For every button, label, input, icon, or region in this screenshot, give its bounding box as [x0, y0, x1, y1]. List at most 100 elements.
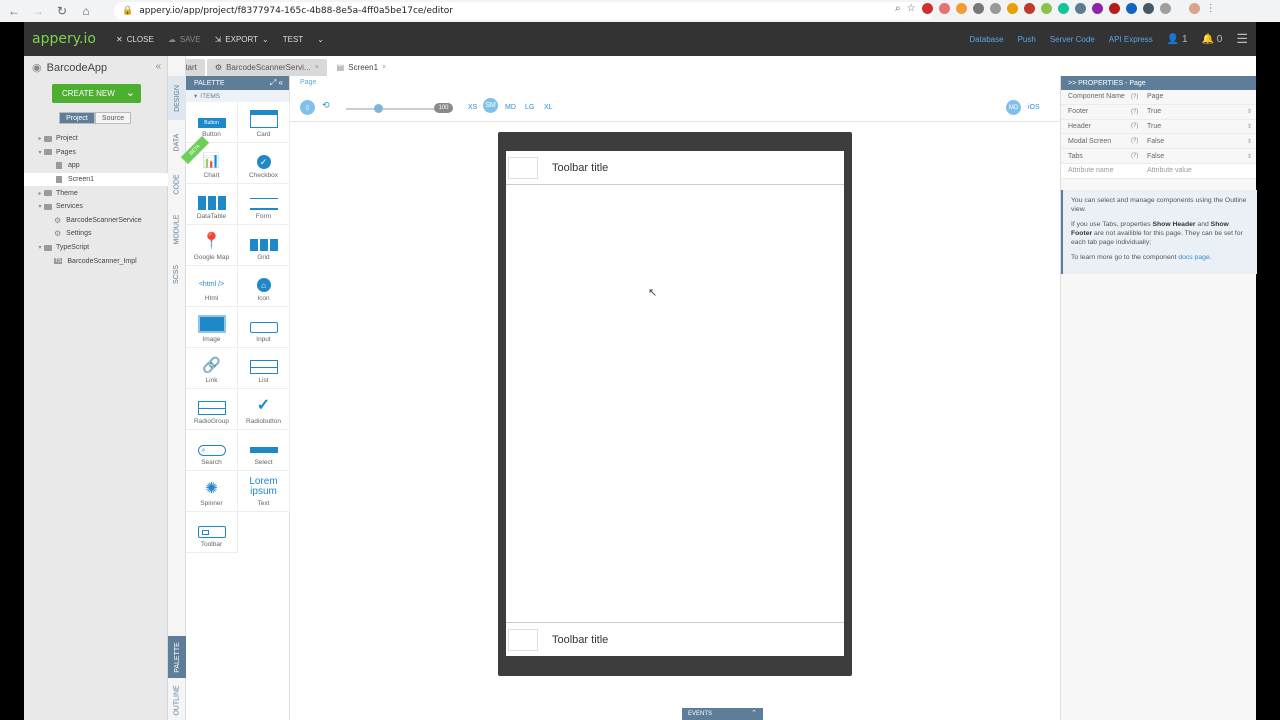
- dropdown-arrows-icon[interactable]: ⇕: [1247, 153, 1252, 160]
- help-icon[interactable]: (?): [1131, 94, 1145, 100]
- test-button[interactable]: TEST: [283, 35, 303, 44]
- search-icon[interactable]: ⌕: [895, 3, 901, 14]
- tab-barcodescannerservice[interactable]: ⚙ BarcodeScannerServi... ×: [206, 59, 327, 76]
- tab-scss[interactable]: SCSS: [168, 254, 186, 294]
- attribute-name-input[interactable]: Attribute name: [1061, 167, 1145, 174]
- help-icon[interactable]: (?): [1131, 153, 1145, 159]
- tree-item-barcodescannerservice[interactable]: ⚙ BarcodeScannerService: [24, 214, 168, 228]
- source-tab[interactable]: Source: [95, 112, 131, 124]
- property-modal-screen[interactable]: Modal Screen (?) False ⇕: [1061, 134, 1256, 150]
- palette-item-card[interactable]: Card: [238, 102, 290, 143]
- zoom-slider-track[interactable]: [346, 108, 436, 110]
- tab-design[interactable]: DESIGN: [168, 76, 186, 120]
- toolbar-button-placeholder[interactable]: [508, 628, 538, 651]
- breakpoint-lg[interactable]: LG: [525, 104, 534, 111]
- palette-item-input[interactable]: Input: [238, 307, 290, 348]
- extension-icon[interactable]: [972, 3, 984, 14]
- extension-icon[interactable]: [1006, 3, 1018, 14]
- breakpoint-xl[interactable]: XL: [544, 104, 553, 111]
- tree-item-settings[interactable]: ⚙ Settings: [24, 227, 168, 241]
- breakpoint-sm[interactable]: SM: [483, 98, 498, 113]
- collapse-panel-icon[interactable]: «: [155, 61, 161, 72]
- palette-item-select[interactable]: Select: [238, 430, 290, 471]
- expand-icon[interactable]: ⤢ «: [270, 78, 283, 88]
- extension-icon[interactable]: [1125, 3, 1137, 14]
- palette-item-checkbox[interactable]: ✓ Checkbox: [238, 143, 290, 184]
- property-header[interactable]: Header (?) True ⇕: [1061, 120, 1256, 135]
- close-icon[interactable]: ×: [315, 64, 319, 71]
- push-link[interactable]: Push: [1018, 35, 1036, 44]
- dropdown-arrows-icon[interactable]: ⇕: [1247, 138, 1252, 145]
- help-icon[interactable]: (?): [1131, 138, 1145, 144]
- appery-logo[interactable]: appery.io: [32, 31, 116, 47]
- property-component-name[interactable]: Component Name (?) Page: [1061, 90, 1256, 105]
- palette-item-search[interactable]: ⌕ Search: [186, 430, 238, 471]
- server-code-link[interactable]: Server Code: [1050, 35, 1095, 44]
- breakpoint-md[interactable]: MD: [505, 104, 516, 111]
- tab-palette[interactable]: PALETTE: [168, 636, 186, 678]
- toolbar-button-placeholder[interactable]: [508, 156, 538, 179]
- events-panel-toggle[interactable]: EVENTS ⌃: [682, 708, 763, 720]
- toolbar-title[interactable]: Toolbar title: [552, 634, 608, 646]
- attribute-value-input[interactable]: Attribute value: [1145, 167, 1192, 174]
- palette-item-list[interactable]: List: [238, 348, 290, 389]
- palette-section-items[interactable]: ▾ ITEMS: [186, 90, 289, 102]
- palette-item-spinner[interactable]: ✺ Spinner: [186, 471, 238, 512]
- dropdown-arrows-icon[interactable]: ⇕: [1247, 108, 1252, 115]
- property-footer[interactable]: Footer (?) True ⇕: [1061, 105, 1256, 120]
- footer-toolbar[interactable]: Toolbar title: [506, 622, 844, 656]
- toolbar-title[interactable]: Toolbar title: [552, 162, 608, 174]
- extension-icon[interactable]: [1040, 3, 1052, 14]
- kebab-menu-icon[interactable]: ⋮: [1206, 3, 1216, 14]
- help-icon[interactable]: (?): [1131, 109, 1145, 115]
- tree-item-services[interactable]: ▾ Services: [24, 200, 168, 214]
- address-bar[interactable]: 🔒 appery.io/app/project/f8377974-165c-4b…: [114, 2, 934, 20]
- tab-module[interactable]: MODULE: [168, 206, 186, 252]
- close-button[interactable]: ✕ CLOSE: [116, 35, 154, 44]
- tree-item-typescript[interactable]: ▾ TypeScript: [24, 241, 168, 255]
- extension-icon[interactable]: [989, 3, 1001, 14]
- extension-icon[interactable]: [1074, 3, 1086, 14]
- tab-screen1[interactable]: ▤ Screen1 ×: [328, 59, 395, 76]
- extension-icon[interactable]: [1091, 3, 1103, 14]
- user-count[interactable]: 👤 1: [1167, 34, 1188, 45]
- extension-icon[interactable]: [1159, 3, 1171, 14]
- home-icon[interactable]: ⌂: [76, 1, 96, 21]
- metamask-icon[interactable]: [955, 3, 967, 14]
- tab-outline[interactable]: OUTLINE: [168, 680, 186, 720]
- palette-item-text[interactable]: Lorem ipsum Text: [238, 471, 290, 512]
- palette-item-chart[interactable]: BETA 📊 Chart: [180, 135, 238, 184]
- project-tab[interactable]: Project: [59, 112, 95, 124]
- extension-icon[interactable]: [1142, 3, 1154, 14]
- palette-item-html[interactable]: <html /> Html: [186, 266, 238, 307]
- grammarly-icon[interactable]: [1057, 3, 1069, 14]
- properties-header[interactable]: >> PROPERTIES - Page: [1061, 76, 1256, 90]
- palette-item-button[interactable]: Button Button: [186, 102, 238, 143]
- dropdown-arrows-icon[interactable]: ⇕: [1247, 123, 1252, 130]
- tree-item-app[interactable]: app: [24, 159, 168, 173]
- palette-item-form[interactable]: Form: [238, 184, 290, 225]
- device-screen[interactable]: Toolbar title Toolbar title: [506, 151, 844, 656]
- docs-page-link[interactable]: docs page: [1178, 254, 1209, 261]
- forward-arrow-icon[interactable]: →: [28, 1, 48, 21]
- palette-item-datatable[interactable]: DataTable: [186, 184, 238, 225]
- tree-item-theme[interactable]: ▸ Theme: [24, 186, 168, 200]
- palette-item-radiobutton[interactable]: ✓ Radiobutton: [238, 389, 290, 430]
- close-icon[interactable]: ×: [382, 64, 386, 71]
- extension-icon[interactable]: [1108, 3, 1120, 14]
- tree-item-screen1[interactable]: Screen1: [24, 172, 168, 187]
- theme-ios-button[interactable]: iOS: [1028, 104, 1040, 111]
- theme-md-button[interactable]: MD: [1006, 100, 1021, 115]
- palette-item-icon[interactable]: ⌂ Icon: [238, 266, 290, 307]
- hamburger-menu-icon[interactable]: ☰: [1236, 31, 1248, 47]
- rotate-icon[interactable]: ⟲: [322, 100, 330, 111]
- palette-item-toolbar[interactable]: Toolbar: [186, 512, 238, 553]
- palette-item-grid[interactable]: Grid: [238, 225, 290, 266]
- star-icon[interactable]: ☆: [907, 3, 916, 14]
- save-button[interactable]: ☁ SAVE: [168, 35, 201, 44]
- palette-item-google-map[interactable]: 📍 Google Map: [186, 225, 238, 266]
- breakpoint-xs[interactable]: XS: [468, 104, 477, 111]
- zoom-slider-knob[interactable]: [374, 104, 383, 113]
- tab-code[interactable]: CODE: [168, 164, 186, 204]
- test-dropdown[interactable]: ⌄: [317, 35, 324, 44]
